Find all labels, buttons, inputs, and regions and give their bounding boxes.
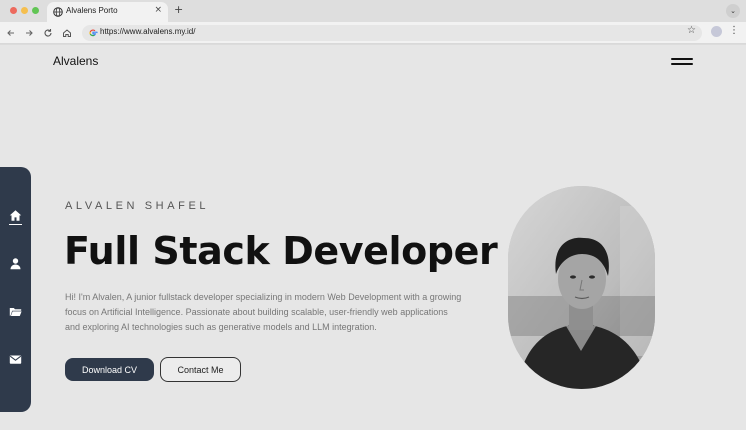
address-bar[interactable]: https://www.alvalens.my.id/ ☆	[82, 25, 702, 41]
hamburger-menu-icon[interactable]	[671, 58, 693, 66]
mail-icon[interactable]	[9, 353, 22, 366]
contact-me-button[interactable]: Contact Me	[160, 357, 241, 382]
new-tab-button[interactable]: +	[174, 3, 183, 17]
kebab-menu-icon[interactable]: ⋮	[729, 25, 739, 36]
browser-tab[interactable]: Alvalens Porto ×	[47, 2, 168, 22]
home-icon[interactable]	[9, 209, 22, 222]
tab-title: Alvalens Porto	[66, 6, 118, 15]
user-icon[interactable]	[9, 257, 22, 270]
folder-icon[interactable]	[9, 305, 22, 318]
url-text: https://www.alvalens.my.id/	[100, 27, 196, 36]
hamburger-line	[671, 58, 693, 60]
profile-avatar[interactable]	[711, 26, 722, 37]
minimize-window-button[interactable]	[21, 7, 28, 14]
back-arrow-icon[interactable]	[4, 26, 18, 40]
bookmark-star-icon[interactable]: ☆	[687, 25, 696, 36]
site-logo[interactable]: Alvalens	[53, 54, 98, 68]
profile-photo	[508, 186, 655, 389]
hamburger-line	[671, 63, 693, 65]
close-window-button[interactable]	[10, 7, 17, 14]
maximize-window-button[interactable]	[32, 7, 39, 14]
page-title: Full Stack Developer	[64, 229, 498, 273]
name-subtitle: ALVALEN SHAFEL	[65, 200, 210, 212]
intro-paragraph: Hi! I'm Alvalen, A junior fullstack deve…	[65, 292, 462, 332]
home-icon[interactable]	[60, 26, 74, 40]
globe-icon	[53, 7, 63, 17]
chevron-down-icon[interactable]: ⌄	[726, 4, 740, 18]
portrait-illustration	[508, 186, 655, 389]
reload-icon[interactable]	[41, 26, 55, 40]
forward-arrow-icon[interactable]	[22, 26, 36, 40]
tab-close-icon[interactable]: ×	[154, 5, 162, 15]
active-indicator	[9, 224, 22, 225]
browser-titlebar: Alvalens Porto × + ⌄	[0, 0, 746, 22]
download-cv-button[interactable]: Download CV	[65, 358, 154, 381]
google-icon	[89, 29, 98, 37]
browser-toolbar: https://www.alvalens.my.id/ ☆	[0, 22, 746, 44]
page-content: Alvalens ALVALEN SHAFEL Full Stack Devel…	[0, 45, 746, 430]
side-navigation	[0, 167, 31, 412]
